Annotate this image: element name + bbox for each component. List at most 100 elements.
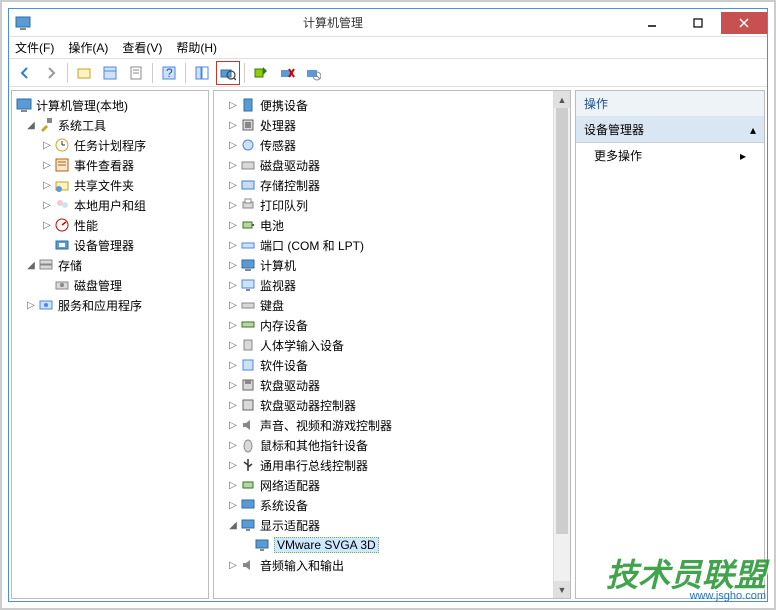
device-monitor[interactable]: ▷监视器 xyxy=(222,275,552,295)
expand-icon[interactable]: ▷ xyxy=(226,278,240,292)
expand-icon[interactable]: ▷ xyxy=(226,378,240,392)
device-portable[interactable]: ▷便携设备 xyxy=(222,95,552,115)
device-mouse[interactable]: ▷鼠标和其他指针设备 xyxy=(222,435,552,455)
menu-view[interactable]: 查看(V) xyxy=(122,39,162,56)
back-button[interactable] xyxy=(13,61,37,85)
device-vmware-svga[interactable]: VMware SVGA 3D xyxy=(222,535,552,555)
software-icon xyxy=(240,357,256,373)
menu-action[interactable]: 操作(A) xyxy=(68,39,108,56)
menu-help[interactable]: 帮助(H) xyxy=(176,39,217,56)
expand-icon[interactable]: ▷ xyxy=(226,498,240,512)
minimize-button[interactable] xyxy=(629,12,675,34)
tree-system-tools[interactable]: ◢ 系统工具 xyxy=(12,115,208,135)
expand-icon[interactable]: ▷ xyxy=(226,438,240,452)
device-storage-controller[interactable]: ▷存储控制器 xyxy=(222,175,552,195)
expand-icon[interactable]: ▷ xyxy=(40,178,54,192)
device-floppy-controller[interactable]: ▷软盘驱动器控制器 xyxy=(222,395,552,415)
floppy-ctrl-icon xyxy=(240,397,256,413)
show-hide-tree-button[interactable] xyxy=(190,61,214,85)
keyboard-icon xyxy=(240,297,256,313)
uninstall-button[interactable] xyxy=(275,61,299,85)
device-keyboard[interactable]: ▷键盘 xyxy=(222,295,552,315)
submenu-arrow-icon: ▸ xyxy=(740,149,746,163)
device-sensor[interactable]: ▷传感器 xyxy=(222,135,552,155)
device-network[interactable]: ▷网络适配器 xyxy=(222,475,552,495)
tree-storage[interactable]: ◢ 存储 xyxy=(12,255,208,275)
maximize-button[interactable] xyxy=(675,12,721,34)
tree-device-manager[interactable]: 设备管理器 xyxy=(12,235,208,255)
tree-shared-folders[interactable]: ▷ 共享文件夹 xyxy=(12,175,208,195)
expand-icon[interactable]: ▷ xyxy=(40,158,54,172)
menu-file[interactable]: 文件(F) xyxy=(15,39,54,56)
device-display-adapter[interactable]: ◢显示适配器 xyxy=(222,515,552,535)
expand-icon[interactable]: ▷ xyxy=(226,458,240,472)
device-tree[interactable]: ▷便携设备 ▷处理器 ▷传感器 ▷磁盘驱动器 ▷存储控制器 ▷打印队列 ▷电池 … xyxy=(214,91,570,579)
tree-local-users[interactable]: ▷ 本地用户和组 xyxy=(12,195,208,215)
device-memory[interactable]: ▷内存设备 xyxy=(222,315,552,335)
close-button[interactable] xyxy=(721,12,767,34)
device-battery[interactable]: ▷电池 xyxy=(222,215,552,235)
scroll-up-button[interactable]: ▲ xyxy=(554,91,570,108)
disable-button[interactable] xyxy=(301,61,325,85)
device-usb[interactable]: ▷通用串行总线控制器 xyxy=(222,455,552,475)
collapse-icon[interactable]: ◢ xyxy=(226,518,240,532)
device-computer[interactable]: ▷计算机 xyxy=(222,255,552,275)
console-tree[interactable]: 计算机管理(本地) ◢ 系统工具 ▷ 任务计划程序 ▷ 事件查看器 xyxy=(12,91,208,598)
expand-icon[interactable]: ▷ xyxy=(226,178,240,192)
properties-button[interactable] xyxy=(124,61,148,85)
forward-button[interactable] xyxy=(39,61,63,85)
expand-icon[interactable]: ▷ xyxy=(40,138,54,152)
device-print-queue[interactable]: ▷打印队列 xyxy=(222,195,552,215)
scan-hardware-button[interactable] xyxy=(216,61,240,85)
expand-icon[interactable]: ▷ xyxy=(226,118,240,132)
device-disk[interactable]: ▷磁盘驱动器 xyxy=(222,155,552,175)
ports-icon xyxy=(240,237,256,253)
expand-icon[interactable]: ▷ xyxy=(226,98,240,112)
device-system[interactable]: ▷系统设备 xyxy=(222,495,552,515)
expand-icon[interactable]: ▷ xyxy=(226,298,240,312)
expand-icon[interactable]: ▷ xyxy=(226,558,240,572)
view-button[interactable] xyxy=(98,61,122,85)
update-driver-button[interactable] xyxy=(249,61,273,85)
tree-performance[interactable]: ▷ 性能 xyxy=(12,215,208,235)
collapse-icon[interactable]: ◢ xyxy=(24,118,38,132)
device-floppy[interactable]: ▷软盘驱动器 xyxy=(222,375,552,395)
collapse-icon[interactable]: ◢ xyxy=(24,258,38,272)
device-software[interactable]: ▷软件设备 xyxy=(222,355,552,375)
device-sound[interactable]: ▷声音、视频和游戏控制器 xyxy=(222,415,552,435)
expand-icon[interactable]: ▷ xyxy=(226,478,240,492)
expand-icon[interactable]: ▷ xyxy=(226,398,240,412)
tree-task-scheduler[interactable]: ▷ 任务计划程序 xyxy=(12,135,208,155)
expand-icon[interactable]: ▷ xyxy=(40,218,54,232)
tree-root[interactable]: 计算机管理(本地) xyxy=(12,95,208,115)
actions-section[interactable]: 设备管理器 ▴ xyxy=(576,117,764,143)
expand-icon[interactable]: ▷ xyxy=(226,238,240,252)
actions-more[interactable]: 更多操作 ▸ xyxy=(576,143,764,168)
scroll-down-button[interactable]: ▼ xyxy=(554,581,570,598)
device-audio[interactable]: ▷音频输入和输出 xyxy=(222,555,552,575)
expand-icon[interactable]: ▷ xyxy=(40,198,54,212)
collapse-arrow-icon[interactable]: ▴ xyxy=(750,123,756,137)
expand-icon[interactable]: ▷ xyxy=(226,358,240,372)
expand-icon[interactable]: ▷ xyxy=(226,338,240,352)
expand-icon[interactable]: ▷ xyxy=(226,218,240,232)
tree-event-viewer[interactable]: ▷ 事件查看器 xyxy=(12,155,208,175)
expand-icon[interactable]: ▷ xyxy=(226,418,240,432)
vertical-scrollbar[interactable]: ▲ ▼ xyxy=(553,91,570,598)
device-ports[interactable]: ▷端口 (COM 和 LPT) xyxy=(222,235,552,255)
tree-disk-management[interactable]: 磁盘管理 xyxy=(12,275,208,295)
tree-services-apps[interactable]: ▷ 服务和应用程序 xyxy=(12,295,208,315)
expand-icon[interactable]: ▷ xyxy=(226,258,240,272)
monitor-icon xyxy=(240,277,256,293)
expand-icon[interactable]: ▷ xyxy=(226,158,240,172)
device-processor[interactable]: ▷处理器 xyxy=(222,115,552,135)
system-device-icon xyxy=(240,497,256,513)
expand-icon[interactable]: ▷ xyxy=(226,198,240,212)
up-button[interactable] xyxy=(72,61,96,85)
device-hid[interactable]: ▷人体学输入设备 xyxy=(222,335,552,355)
expand-icon[interactable]: ▷ xyxy=(226,138,240,152)
expand-icon[interactable]: ▷ xyxy=(226,318,240,332)
expand-icon[interactable]: ▷ xyxy=(24,298,38,312)
help-button[interactable]: ? xyxy=(157,61,181,85)
scroll-thumb[interactable] xyxy=(556,108,568,534)
